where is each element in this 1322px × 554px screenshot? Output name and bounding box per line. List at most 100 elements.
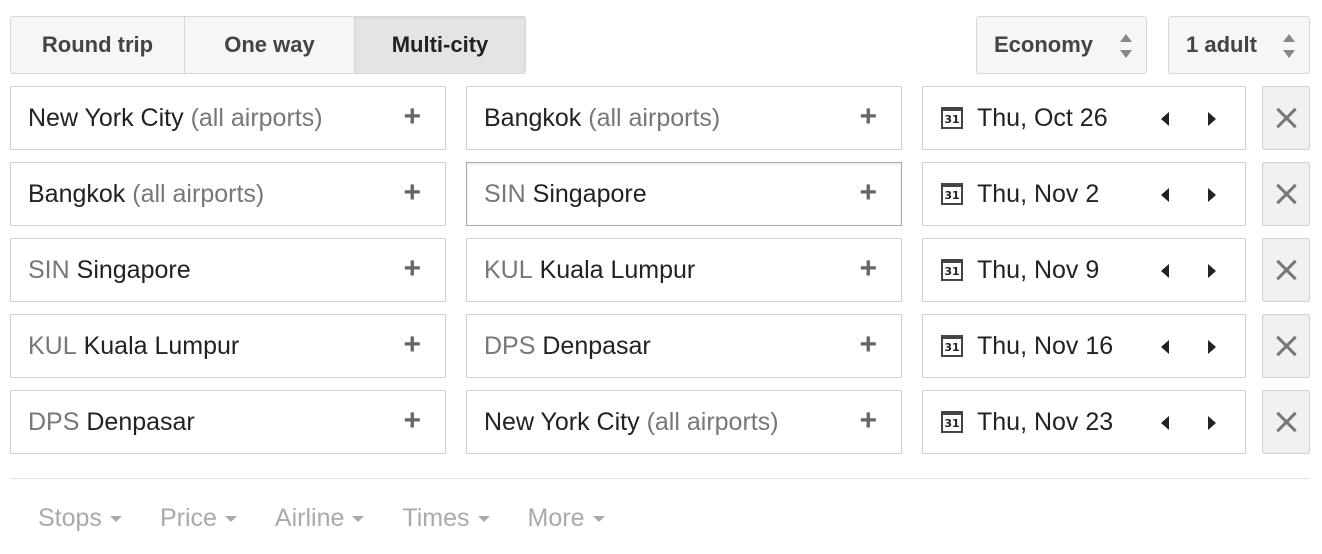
filter-label: Airline [274, 504, 345, 532]
filter-times[interactable]: Times [402, 504, 490, 533]
departure-date-field[interactable]: 31 Thu, Oct 26 [922, 86, 1246, 150]
add-origin-icon[interactable]: + [403, 405, 421, 437]
origin-field[interactable]: DPS Denpasar + [10, 390, 446, 454]
departure-date-field[interactable]: 31 Thu, Nov 2 [922, 162, 1246, 226]
destination-name: Kuala Lumpur [539, 255, 696, 284]
up-down-arrows-icon [1283, 34, 1295, 58]
origin-code: DPS [28, 407, 80, 436]
flight-leg-5: DPS Denpasar + New York City (all airpor… [0, 390, 1322, 454]
cabin-class-select[interactable]: Economy [976, 16, 1147, 74]
up-down-arrows-icon [1120, 34, 1132, 58]
destination-field[interactable]: KUL Kuala Lumpur + [466, 238, 902, 302]
flight-leg-4: KUL Kuala Lumpur + DPS Denpasar + 31 Thu… [0, 314, 1322, 378]
close-icon [1275, 107, 1297, 129]
destination-field[interactable]: Bangkok (all airports) + [466, 86, 902, 150]
add-origin-icon[interactable]: + [403, 329, 421, 361]
origin-name: Singapore [76, 255, 191, 284]
origin-field[interactable]: KUL Kuala Lumpur + [10, 314, 446, 378]
destination-field[interactable]: New York City (all airports) + [466, 390, 902, 454]
remove-leg-button[interactable] [1262, 390, 1310, 454]
filter-label: More [527, 504, 585, 532]
passengers-select[interactable]: 1 adult [1168, 16, 1310, 74]
add-destination-icon[interactable]: + [859, 329, 877, 361]
caret-down-icon [224, 515, 237, 522]
destination-field[interactable]: DPS Denpasar + [466, 314, 902, 378]
calendar-icon: 31 [941, 107, 963, 129]
previous-day-icon[interactable] [1161, 416, 1169, 430]
round-trip-button[interactable]: Round trip [11, 17, 185, 73]
caret-down-icon [592, 515, 605, 522]
add-origin-icon[interactable]: + [403, 253, 421, 285]
calendar-icon: 31 [941, 411, 963, 433]
previous-day-icon[interactable] [1161, 188, 1169, 202]
filter-label: Price [159, 504, 217, 532]
departure-date: Thu, Nov 2 [977, 179, 1100, 208]
departure-date: Thu, Nov 23 [977, 407, 1114, 436]
flight-leg-3: SIN Singapore + KUL Kuala Lumpur + 31 Th… [0, 238, 1322, 302]
trip-type-selector: Round trip One way Multi-city [10, 16, 526, 74]
previous-day-icon[interactable] [1161, 264, 1169, 278]
destination-field[interactable]: SIN Singapore + [466, 162, 902, 226]
destination-code: KUL [484, 255, 533, 284]
origin-name: Bangkok [28, 179, 126, 208]
add-destination-icon[interactable]: + [859, 405, 877, 437]
next-day-icon[interactable] [1208, 112, 1216, 126]
filter-bar: Stops Price Airline Times More [38, 504, 643, 533]
origin-suffix: (all airports) [132, 179, 265, 208]
next-day-icon[interactable] [1208, 188, 1216, 202]
divider [10, 478, 1310, 479]
filter-stops[interactable]: Stops [38, 504, 122, 533]
origin-suffix: (all airports) [190, 103, 323, 132]
add-origin-icon[interactable]: + [403, 101, 421, 133]
departure-date-field[interactable]: 31 Thu, Nov 9 [922, 238, 1246, 302]
departure-date: Thu, Nov 9 [977, 255, 1100, 284]
origin-name: Kuala Lumpur [83, 331, 240, 360]
add-destination-icon[interactable]: + [859, 253, 877, 285]
origin-field[interactable]: Bangkok (all airports) + [10, 162, 446, 226]
destination-name: Bangkok [484, 103, 582, 132]
previous-day-icon[interactable] [1161, 112, 1169, 126]
remove-leg-button[interactable] [1262, 162, 1310, 226]
origin-field[interactable]: New York City (all airports) + [10, 86, 446, 150]
destination-name: Singapore [532, 179, 647, 208]
origin-name: New York City [28, 103, 184, 132]
remove-leg-button[interactable] [1262, 86, 1310, 150]
origin-code: SIN [28, 255, 70, 284]
multi-city-button[interactable]: Multi-city [355, 17, 525, 73]
filter-price[interactable]: Price [160, 504, 237, 533]
departure-date-field[interactable]: 31 Thu, Nov 23 [922, 390, 1246, 454]
filter-label: Stops [38, 504, 102, 532]
next-day-icon[interactable] [1208, 264, 1216, 278]
calendar-icon: 31 [941, 335, 963, 357]
filter-more[interactable]: More [528, 504, 605, 533]
departure-date: Thu, Nov 16 [977, 331, 1114, 360]
add-destination-icon[interactable]: + [859, 177, 877, 209]
departure-date: Thu, Oct 26 [977, 103, 1108, 132]
calendar-icon: 31 [941, 183, 963, 205]
origin-code: KUL [28, 331, 77, 360]
caret-down-icon [477, 515, 490, 522]
previous-day-icon[interactable] [1161, 340, 1169, 354]
remove-leg-button[interactable] [1262, 238, 1310, 302]
remove-leg-button[interactable] [1262, 314, 1310, 378]
close-icon [1275, 411, 1297, 433]
flight-leg-2: Bangkok (all airports) + SIN Singapore +… [0, 162, 1322, 226]
close-icon [1275, 183, 1297, 205]
add-destination-icon[interactable]: + [859, 101, 877, 133]
calendar-icon: 31 [941, 259, 963, 281]
add-origin-icon[interactable]: + [403, 177, 421, 209]
filter-airline[interactable]: Airline [274, 504, 365, 533]
destination-code: SIN [484, 179, 526, 208]
departure-date-field[interactable]: 31 Thu, Nov 16 [922, 314, 1246, 378]
close-icon [1275, 335, 1297, 357]
one-way-button[interactable]: One way [185, 17, 355, 73]
destination-suffix: (all airports) [588, 103, 721, 132]
next-day-icon[interactable] [1208, 416, 1216, 430]
destination-suffix: (all airports) [646, 407, 779, 436]
origin-field[interactable]: SIN Singapore + [10, 238, 446, 302]
destination-code: DPS [484, 331, 536, 360]
next-day-icon[interactable] [1208, 340, 1216, 354]
filter-label: Times [402, 504, 470, 532]
close-icon [1275, 259, 1297, 281]
destination-name: Denpasar [542, 331, 651, 360]
